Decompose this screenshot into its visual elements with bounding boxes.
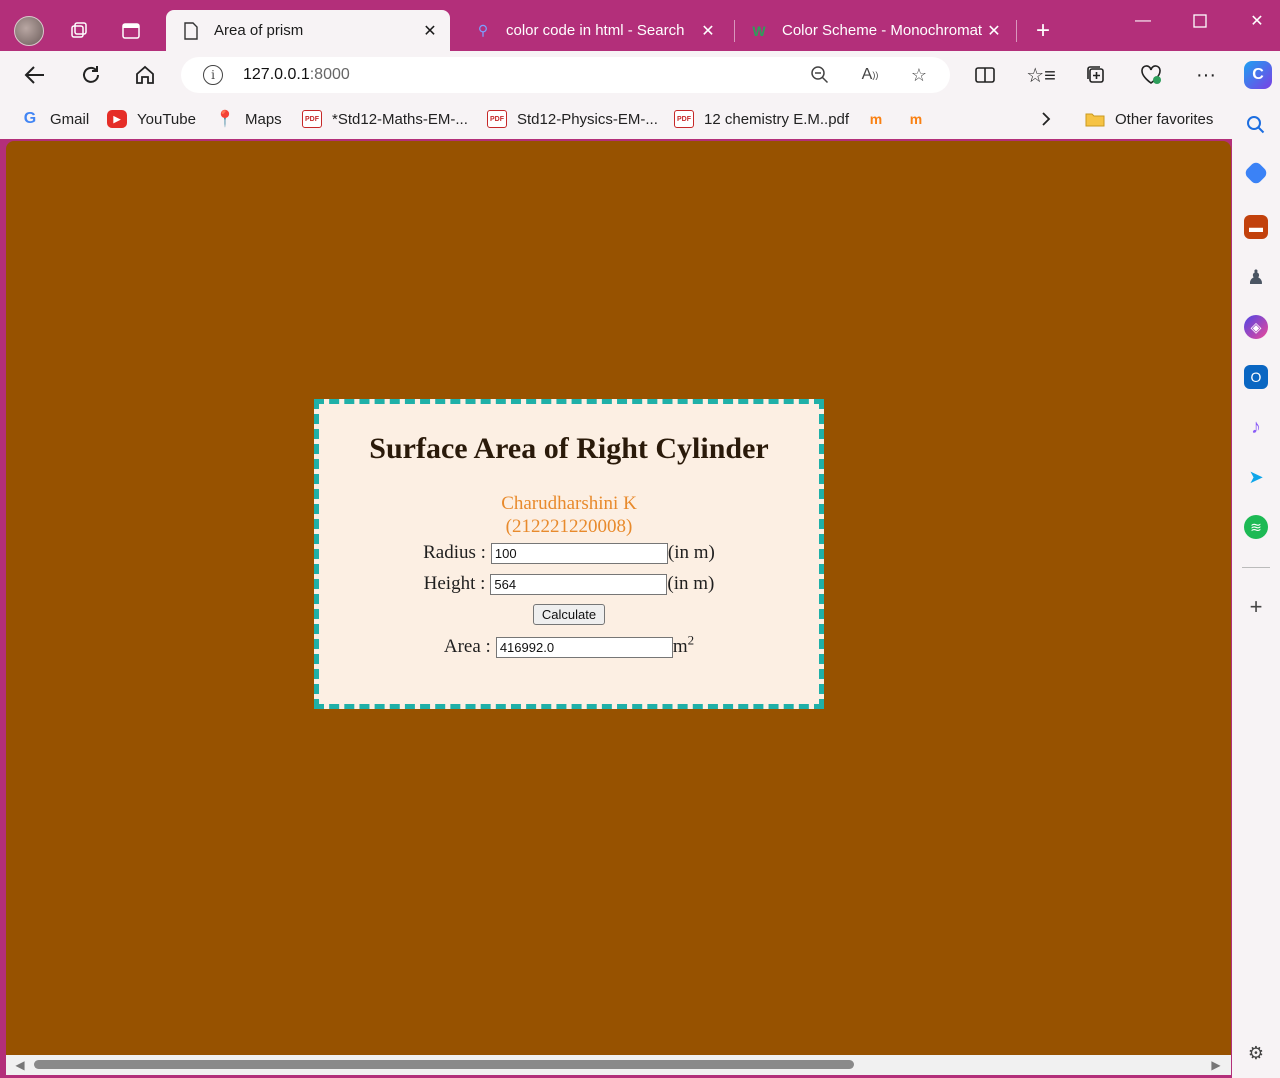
scroll-right-arrow-icon[interactable]: ▶ <box>1210 1058 1222 1072</box>
pdf-icon: PDF <box>487 110 507 128</box>
favorite-moodle-2[interactable]: m <box>906 108 936 130</box>
add-icon[interactable]: + <box>1244 594 1268 619</box>
youtube-icon: ▶ <box>107 110 127 128</box>
tab-area-of-prism[interactable]: Area of prism ✕ <box>166 10 450 51</box>
radius-input[interactable] <box>490 542 668 564</box>
close-window-button[interactable]: ✕ <box>1242 8 1272 34</box>
tab-color-code-search[interactable]: ⚲ color code in html - Search ✕ <box>458 10 728 51</box>
horizontal-scrollbar[interactable]: ◀ ▶ <box>6 1055 1231 1075</box>
moodle-icon: m <box>909 111 923 127</box>
refresh-button[interactable] <box>76 61 106 89</box>
profile-avatar[interactable] <box>14 16 44 46</box>
games-icon[interactable]: ♟ <box>1244 265 1268 289</box>
minimize-button[interactable]: — <box>1128 8 1158 34</box>
area-row: Area : m2 <box>319 632 819 658</box>
tab-label: color code in html - Search <box>506 22 685 39</box>
author-id: (212221220008) <box>505 516 633 537</box>
site-info-icon[interactable]: i <box>203 65 223 85</box>
radius-unit: (in m) <box>667 542 715 563</box>
home-button[interactable] <box>130 61 160 89</box>
tab-label: Area of prism <box>214 22 304 39</box>
scrollbar-thumb[interactable] <box>34 1060 854 1069</box>
moodle-icon: m <box>869 111 883 127</box>
outlook-icon[interactable]: O <box>1244 365 1268 389</box>
close-icon[interactable]: ✕ <box>982 19 1006 43</box>
read-aloud-icon[interactable]: A)) <box>857 63 883 87</box>
tab-separator <box>1016 20 1017 42</box>
close-icon[interactable]: ✕ <box>418 19 442 43</box>
tab-label: Color Scheme - Monochromat <box>782 22 982 39</box>
favorites-icon[interactable]: ☆≡ <box>1026 61 1056 89</box>
workspaces-icon[interactable] <box>66 18 92 44</box>
browser-window: Area of prism ✕ ⚲ color code in html - S… <box>0 0 1280 1078</box>
back-button[interactable] <box>20 61 50 89</box>
microsoft365-icon[interactable]: ◈ <box>1244 315 1268 339</box>
page-title: Surface Area of Right Cylinder <box>369 432 769 465</box>
collections-icon[interactable] <box>1081 61 1111 89</box>
height-unit: (in m) <box>667 573 715 594</box>
scroll-left-arrow-icon[interactable]: ◀ <box>14 1058 26 1072</box>
height-row: Height : (in m) <box>319 573 819 595</box>
page-icon <box>182 21 200 40</box>
maps-icon: 📍 <box>215 111 235 128</box>
star-icon[interactable]: ☆ <box>906 63 932 87</box>
site-w-icon: W <box>752 22 766 39</box>
more-menu-icon[interactable]: ··· <box>1191 61 1221 89</box>
favorite-moodle-1[interactable]: m <box>866 108 896 130</box>
author-name: Charudharshini K <box>501 493 637 514</box>
pdf-icon: PDF <box>674 110 694 128</box>
calculator-card: Surface Area of Right Cylinder Charudhar… <box>314 399 824 709</box>
author-block: Charudharshini K (212221220008) <box>319 492 819 538</box>
area-label: Area : <box>443 636 491 657</box>
area-unit: m2 <box>672 632 695 657</box>
area-output[interactable] <box>495 636 673 658</box>
address-bar[interactable]: i 127.0.0.1:8000 A)) ☆ <box>181 57 950 93</box>
close-icon[interactable]: ✕ <box>696 19 720 43</box>
height-label: Height : <box>423 573 486 594</box>
new-tab-button[interactable]: + <box>1030 17 1056 44</box>
designer-icon[interactable]: ♪ <box>1244 415 1268 439</box>
pdf-icon: PDF <box>302 110 322 128</box>
browser-essentials-icon[interactable] <box>1136 61 1166 89</box>
tab-color-scheme[interactable]: W Color Scheme - Monochromat ✕ <box>734 10 1014 51</box>
radius-label: Radius : <box>423 542 486 563</box>
favorites-bar: G Gmail ▶ YouTube 📍 Maps PDF *Std12-Maths-EM… <box>0 99 1280 139</box>
gmail-icon: G <box>23 110 37 127</box>
send-icon[interactable]: ➤ <box>1244 465 1268 489</box>
folder-icon <box>1085 110 1105 128</box>
favorite-std12-maths[interactable]: PDF *Std12-Maths-EM-... <box>302 108 468 130</box>
favorite-std12-physics[interactable]: PDF Std12-Physics-EM-... <box>487 108 658 130</box>
favorite-chemistry[interactable]: PDF 12 chemistry E.M..pdf <box>674 108 849 130</box>
zoom-out-icon[interactable] <box>807 63 833 87</box>
spotify-icon[interactable]: ≋ <box>1244 515 1268 539</box>
tab-actions-icon[interactable] <box>118 18 144 44</box>
tools-icon[interactable]: ▬ <box>1244 215 1268 239</box>
favorites-overflow-button[interactable] <box>1040 108 1052 130</box>
radius-row: Radius : (in m) <box>319 542 819 564</box>
favorite-gmail[interactable]: G Gmail <box>20 108 89 130</box>
search-icon[interactable] <box>1244 113 1268 137</box>
favorite-youtube[interactable]: ▶ YouTube <box>107 108 196 130</box>
split-screen-icon[interactable] <box>970 61 1000 89</box>
copilot-icon[interactable]: C <box>1244 61 1272 89</box>
height-input[interactable] <box>490 573 668 595</box>
search-icon: ⚲ <box>477 22 489 38</box>
edge-sidebar: ▬ ♟ ◈ O ♪ ➤ ≋ + ⚙ <box>1232 99 1280 1078</box>
shopping-tag-icon[interactable] <box>1243 160 1269 186</box>
maximize-button[interactable] <box>1185 8 1215 34</box>
other-favorites[interactable]: Other favorites <box>1085 108 1213 130</box>
sidebar-divider <box>1242 567 1270 568</box>
settings-gear-icon[interactable]: ⚙ <box>1244 1041 1268 1065</box>
calculate-button[interactable]: Calculate <box>533 604 605 625</box>
tab-bar: Area of prism ✕ ⚲ color code in html - S… <box>0 0 1280 51</box>
favorite-maps[interactable]: 📍 Maps <box>215 108 282 130</box>
page-viewport: Surface Area of Right Cylinder Charudhar… <box>6 141 1231 1055</box>
address-url[interactable]: 127.0.0.1:8000 <box>243 66 350 84</box>
navigation-bar: i 127.0.0.1:8000 A)) ☆ ☆≡ ··· C <box>0 51 1280 99</box>
